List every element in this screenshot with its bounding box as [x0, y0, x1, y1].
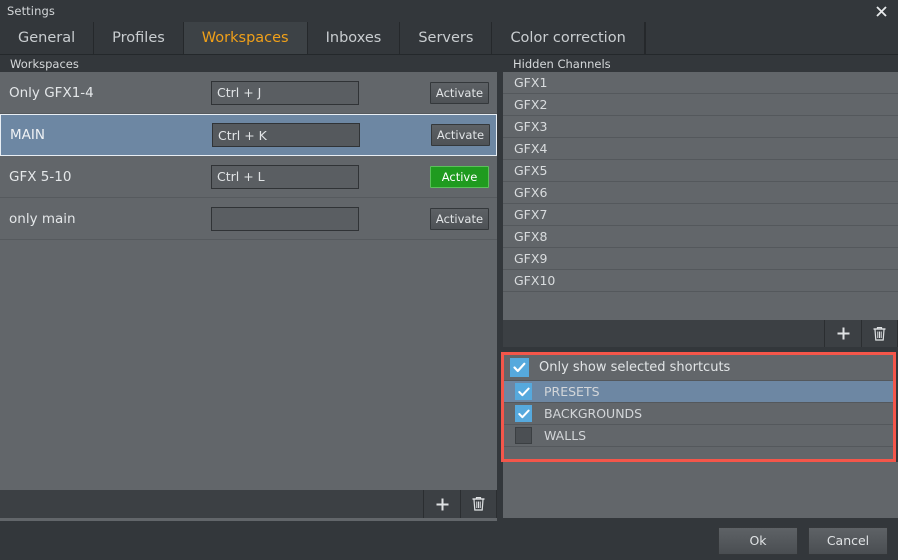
list-item[interactable]: BACKGROUNDS — [504, 403, 893, 425]
tab-profiles[interactable]: Profiles — [94, 22, 184, 54]
only-show-selected-shortcuts-row[interactable]: Only show selected shortcuts — [504, 355, 893, 381]
hidden-channels-list: GFX1 GFX2 GFX3 GFX4 GFX5 GFX6 GFX7 GFX8 … — [503, 72, 898, 292]
tab-bar: General Profiles Workspaces Inboxes Serv… — [0, 22, 898, 55]
title-bar: Settings — [0, 0, 898, 22]
shortcut-label: BACKGROUNDS — [544, 406, 643, 421]
trash-icon[interactable] — [460, 490, 497, 518]
settings-window: Settings General Profiles Workspaces Inb… — [0, 0, 898, 560]
list-item[interactable]: GFX4 — [503, 138, 898, 160]
list-item[interactable]: GFX2 — [503, 94, 898, 116]
shortcuts-highlight-box: Only show selected shortcuts PRESETS BAC… — [501, 352, 896, 462]
tab-inboxes[interactable]: Inboxes — [307, 22, 401, 54]
workspaces-list: Only GFX1-4 Ctrl + J Activate MAIN Ctrl … — [0, 72, 497, 240]
close-icon[interactable] — [864, 0, 898, 22]
list-item[interactable]: GFX8 — [503, 226, 898, 248]
dialog-footer: Ok Cancel — [0, 521, 898, 560]
shortcut-checkbox[interactable] — [515, 383, 532, 400]
list-item[interactable]: GFX3 — [503, 116, 898, 138]
tab-color-correction[interactable]: Color correction — [492, 22, 645, 54]
shortcut-input[interactable] — [211, 206, 359, 231]
activate-button[interactable]: Activate — [430, 207, 489, 230]
shortcut-checkbox[interactable] — [515, 405, 532, 422]
trash-icon[interactable] — [861, 320, 898, 347]
shortcut-checkbox[interactable] — [515, 427, 532, 444]
workspaces-panel: Workspaces Only GFX1-4 Ctrl + J Activate… — [0, 55, 497, 521]
workspace-name: MAIN — [10, 127, 45, 143]
workspaces-panel-header: Workspaces — [0, 55, 497, 72]
window-title: Settings — [7, 4, 55, 18]
shortcut-input[interactable]: Ctrl + K — [212, 123, 360, 147]
list-item[interactable]: WALLS — [504, 425, 893, 447]
tab-servers[interactable]: Servers — [400, 22, 493, 54]
list-item[interactable]: GFX1 — [503, 72, 898, 94]
workspaces-toolbar — [0, 490, 497, 518]
activate-button[interactable]: Activate — [430, 81, 489, 104]
workspace-name: Only GFX1-4 — [9, 84, 94, 101]
table-row[interactable]: only main Activate — [0, 198, 497, 240]
table-row[interactable]: Only GFX1-4 Ctrl + J Activate — [0, 72, 497, 114]
list-item[interactable]: PRESETS — [504, 381, 893, 403]
table-row[interactable]: GFX 5-10 Ctrl + L Active — [0, 156, 497, 198]
list-item[interactable]: GFX7 — [503, 204, 898, 226]
workspace-name: only main — [9, 210, 76, 227]
shortcut-input[interactable]: Ctrl + J — [211, 80, 359, 105]
tab-general[interactable]: General — [0, 22, 95, 54]
workspace-name: GFX 5-10 — [9, 168, 72, 185]
shortcut-label: PRESETS — [544, 384, 600, 399]
active-badge-button[interactable]: Active — [430, 165, 489, 188]
ok-button[interactable]: Ok — [718, 526, 798, 555]
shortcuts-empty-area — [503, 462, 898, 518]
plus-icon[interactable] — [423, 490, 460, 518]
shortcut-input[interactable]: Ctrl + L — [211, 164, 359, 189]
only-show-selected-shortcuts-checkbox[interactable] — [510, 358, 529, 377]
hidden-channels-toolbar — [503, 320, 898, 347]
plus-icon[interactable] — [824, 320, 861, 347]
cancel-button[interactable]: Cancel — [808, 526, 888, 555]
list-item[interactable]: GFX5 — [503, 160, 898, 182]
tab-workspaces[interactable]: Workspaces — [183, 22, 308, 54]
list-item[interactable]: GFX9 — [503, 248, 898, 270]
tab-bar-filler — [644, 22, 898, 54]
activate-button[interactable]: Activate — [431, 124, 490, 146]
hidden-channels-panel: Hidden Channels GFX1 GFX2 GFX3 GFX4 GFX5… — [503, 55, 898, 345]
list-item[interactable]: GFX10 — [503, 270, 898, 292]
only-show-selected-shortcuts-label: Only show selected shortcuts — [539, 360, 731, 375]
shortcut-label: WALLS — [544, 428, 587, 443]
hidden-channels-header: Hidden Channels — [503, 55, 898, 72]
table-row[interactable]: MAIN Ctrl + K Activate — [0, 114, 497, 156]
list-item[interactable]: GFX6 — [503, 182, 898, 204]
